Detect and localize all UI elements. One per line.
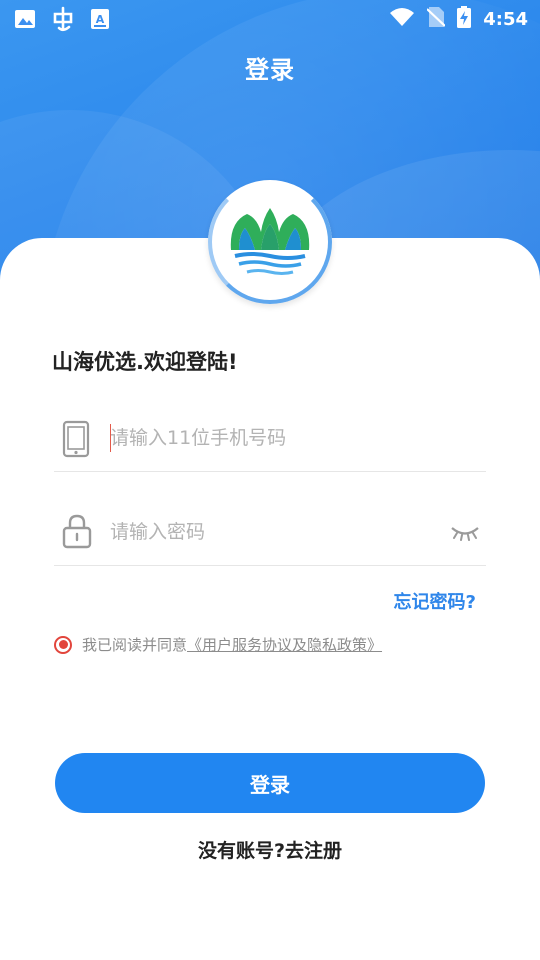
text-a-icon: A [90,8,110,34]
text-caret [110,424,111,452]
status-time: 4:54 [483,8,528,30]
agreement-radio[interactable] [54,635,72,654]
forgot-password-link[interactable]: 忘记密码? [394,588,476,614]
eye-closed-icon[interactable] [450,525,480,545]
phone-field [54,390,486,472]
lock-icon [62,513,92,553]
login-button[interactable]: 登录 [55,753,485,813]
agreement-prefix: 我已阅读并同意 [82,636,188,654]
image-icon [14,8,36,34]
status-bar: A 4:54 [0,0,540,36]
phone-input[interactable] [110,423,430,453]
password-input[interactable] [110,517,430,547]
battery-charging-icon [457,6,472,32]
agreement-row: 我已阅读并同意《用户服务协议及隐私政策》 [54,634,382,655]
wifi-icon [389,7,415,31]
welcome-title: 山海优选.欢迎登陆! [52,350,238,374]
register-link[interactable]: 没有账号?去注册 [0,836,540,863]
phone-icon [62,420,90,462]
no-sim-icon [426,6,446,32]
agreement-link[interactable]: 《用户服务协议及隐私政策》 [187,636,382,654]
page-title: 登录 [245,56,295,84]
app-logo [217,188,323,294]
bug-app-icon [50,6,76,36]
password-field [54,485,486,566]
svg-text:A: A [96,13,105,26]
